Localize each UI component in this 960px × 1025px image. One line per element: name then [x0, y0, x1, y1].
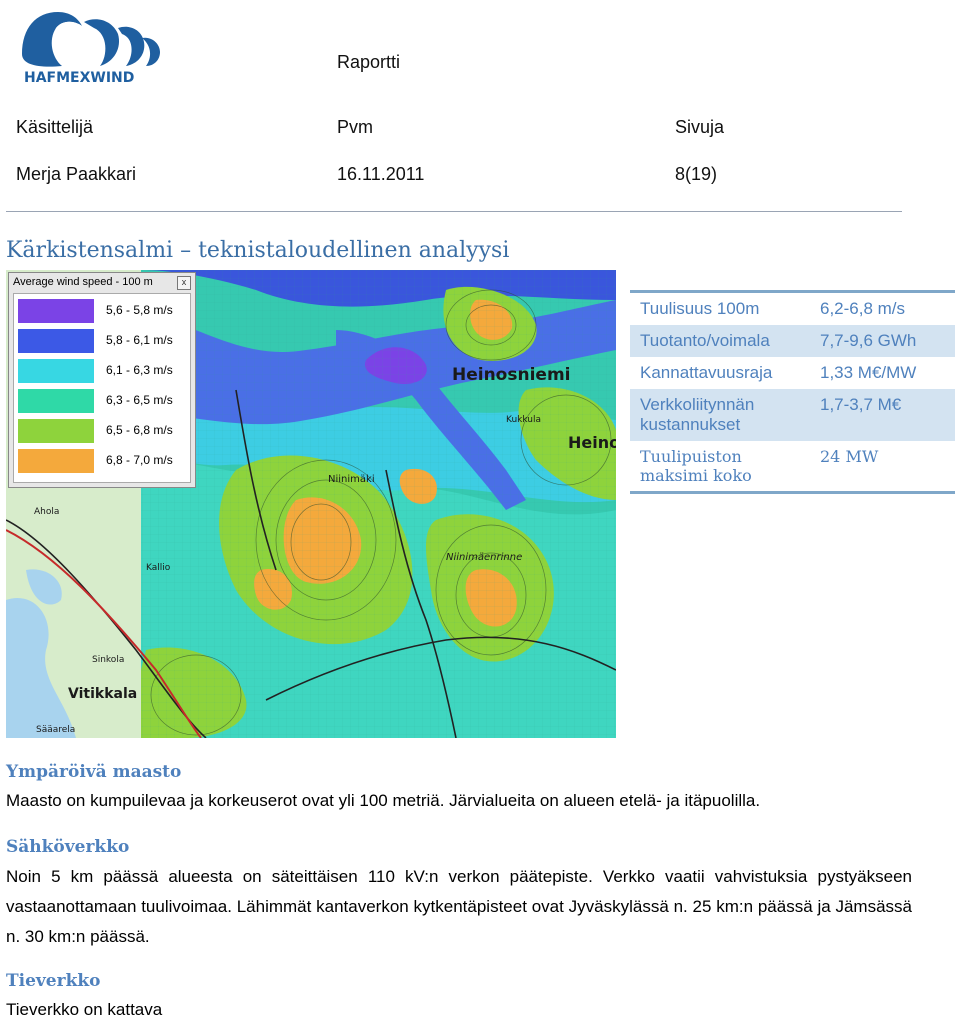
section-heading-grid: Sähköverkko — [6, 837, 130, 857]
legend-label: 6,5 - 6,8 m/s — [106, 423, 173, 437]
summary-row: Verkkoliitynnän kustannukset 1,7-3,7 M€ — [630, 389, 955, 441]
date-value: 16.11.2011 — [337, 164, 425, 184]
legend-label: 6,8 - 7,0 m/s — [106, 453, 173, 467]
legend-label: 6,3 - 6,5 m/s — [106, 393, 173, 407]
legend-label: 5,8 - 6,1 m/s — [106, 333, 173, 347]
place-label-kukkula: Kukkula — [506, 415, 541, 425]
summary-value: 6,2-6,8 m/s — [820, 299, 906, 318]
summary-row: Tuotanto/voimala 7,7-9,6 GWh — [630, 325, 955, 357]
place-label-kallio: Kallio — [146, 563, 171, 573]
place-label-saaarela: Sääarela — [36, 725, 75, 735]
summary-key: Tuotanto/voimala — [630, 325, 810, 357]
summary-value: 1,7-3,7 M€ — [810, 389, 955, 441]
pages-value: 8(19) — [675, 164, 718, 184]
place-label-sinkola: Sinkola — [92, 655, 124, 665]
document-type: Raportti — [337, 52, 401, 72]
legend-swatch — [18, 299, 94, 323]
legend-item: 6,8 - 7,0 m/s — [18, 449, 188, 473]
summary-row: Kannattavuusraja 1,33 M€/MW — [630, 357, 955, 389]
date-label: Pvm — [337, 117, 373, 137]
summary-table: Tuulisuus 100m 6,2-6,8 m/s Tuotanto/voim… — [630, 290, 955, 494]
section-text-terrain: Maasto on kumpuilevaa ja korkeuserot ova… — [6, 791, 761, 810]
place-label-ahola: Ahola — [34, 507, 59, 517]
document-title: Kärkistensalmi – teknistaloudellinen ana… — [6, 238, 510, 263]
legend-swatch — [18, 389, 94, 413]
place-label-niinimaki: Niinimäki — [328, 474, 375, 485]
summary-key: Tuulipuiston maksimi koko — [640, 447, 752, 485]
legend-item: 5,6 - 5,8 m/s — [18, 299, 188, 323]
summary-key: Kannattavuusraja — [640, 363, 773, 382]
place-label-niinimaenrinne: Niinimäenrinne — [446, 552, 522, 563]
company-logo: HAFMEXWIND — [18, 8, 168, 86]
place-label-vitikkala: Vitikkala — [68, 686, 137, 702]
summary-value: 1,33 M€/MW — [820, 363, 917, 382]
section-text-grid: Noin 5 km päässä alueesta on säteittäise… — [6, 867, 912, 946]
pages-label: Sivuja — [675, 117, 725, 137]
summary-row: Tuulisuus 100m 6,2-6,8 m/s — [630, 292, 955, 326]
summary-row: Tuulipuiston maksimi koko 24 MW — [630, 441, 955, 493]
legend-title: Average wind speed - 100 m — [13, 276, 153, 288]
legend-list: 5,6 - 5,8 m/s 5,8 - 6,1 m/s 6,1 - 6,3 m/… — [13, 293, 191, 483]
handler-label: Käsittelijä — [16, 117, 94, 137]
section-heading-terrain: Ympäröivä maasto — [6, 762, 182, 782]
legend-item: 5,8 - 6,1 m/s — [18, 329, 188, 353]
handler-value: Merja Paakkari — [16, 164, 137, 184]
legend-item: 6,1 - 6,3 m/s — [18, 359, 188, 383]
legend-label: 6,1 - 6,3 m/s — [106, 363, 173, 377]
summary-key: Verkkoliitynnän kustannukset — [630, 389, 810, 441]
place-label-heinos: Heinos — [568, 433, 616, 452]
legend-item: 6,5 - 6,8 m/s — [18, 419, 188, 443]
summary-value: 7,7-9,6 GWh — [810, 325, 955, 357]
legend-close-icon[interactable]: x — [177, 276, 191, 290]
legend-swatch — [18, 359, 94, 383]
logo-text: HAFMEXWIND — [24, 70, 134, 86]
header-divider — [6, 211, 902, 212]
section-text-roads: Tieverkko on kattava — [6, 1000, 163, 1019]
legend-swatch — [18, 449, 94, 473]
legend-swatch — [18, 329, 94, 353]
legend-swatch — [18, 419, 94, 443]
wind-speed-legend: Average wind speed - 100 m x 5,6 - 5,8 m… — [8, 272, 196, 488]
section-heading-roads: Tieverkko — [6, 971, 101, 991]
summary-key: Tuulisuus 100m — [640, 299, 760, 318]
summary-value: 24 MW — [820, 447, 879, 466]
legend-item: 6,3 - 6,5 m/s — [18, 389, 188, 413]
place-label-heinosniemi: Heinosniemi — [452, 365, 571, 385]
legend-label: 5,6 - 5,8 m/s — [106, 303, 173, 317]
